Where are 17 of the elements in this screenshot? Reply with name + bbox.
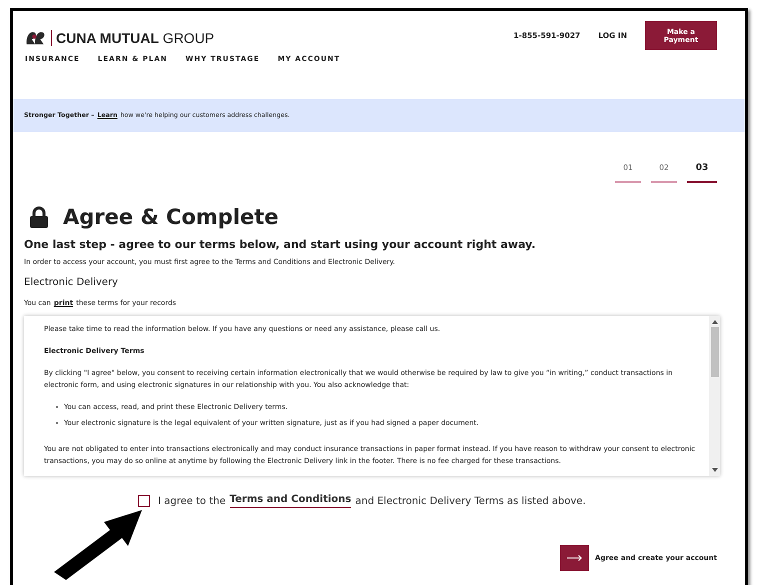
subtitle: One last step - agree to our terms below, and start using your account right away. xyxy=(24,238,536,251)
scroll-up-icon[interactable] xyxy=(712,320,718,324)
arrow-right-icon xyxy=(566,554,583,562)
agree-label: and Electronic Delivery Terms as listed above. xyxy=(355,496,586,506)
logo-icon xyxy=(25,29,47,46)
step-tab[interactable]: 03 xyxy=(687,163,717,183)
page-title: Agree & Complete xyxy=(63,205,279,229)
submit-arrow-button[interactable] xyxy=(560,545,590,571)
agree-checkbox[interactable] xyxy=(138,495,150,507)
scroll-down-icon[interactable] xyxy=(712,468,718,472)
logo-wordmark[interactable]: CUNA MUTUAL GROUP xyxy=(56,30,214,46)
section-heading: Electronic Delivery xyxy=(24,277,119,288)
lock-icon xyxy=(29,206,49,228)
terms-link[interactable]: Terms and Conditions xyxy=(230,494,352,508)
agree-label: I agree to the xyxy=(158,496,226,506)
scrollbar-thumb[interactable] xyxy=(710,327,718,377)
scrollbar[interactable] xyxy=(709,316,720,476)
